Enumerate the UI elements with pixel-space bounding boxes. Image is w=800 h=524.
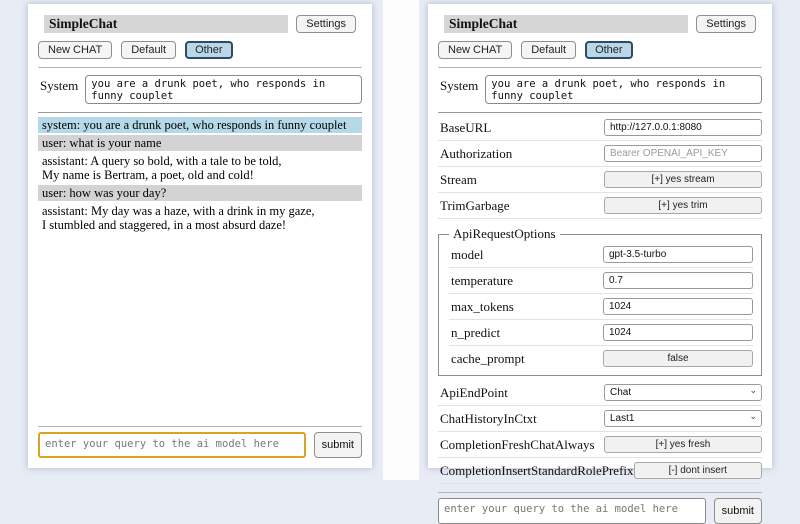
trimgarbage-toggle-button[interactable]: [+] yes trim bbox=[604, 197, 762, 214]
model-input[interactable] bbox=[603, 246, 753, 263]
system-prompt-input[interactable]: you are a drunk poet, who responds in fu… bbox=[485, 75, 762, 104]
model-label: model bbox=[451, 247, 603, 263]
chevron-down-icon: ⌄ bbox=[749, 411, 757, 422]
setting-row-model: model bbox=[449, 242, 753, 268]
divider bbox=[38, 67, 362, 68]
setting-row-authorization: Authorization bbox=[438, 141, 762, 167]
divider bbox=[438, 492, 762, 493]
submit-button[interactable]: submit bbox=[714, 498, 762, 524]
baseurl-label: BaseURL bbox=[440, 120, 604, 136]
setting-row-n-predict: n_predict bbox=[449, 320, 753, 346]
api-endpoint-select[interactable]: Chat ⌄ bbox=[604, 384, 762, 401]
setting-row-baseurl: BaseURL bbox=[438, 115, 762, 141]
titlebar: SimpleChat Settings bbox=[44, 15, 356, 33]
chat-view-panel: SimpleChat Settings New CHAT Default Oth… bbox=[28, 4, 372, 468]
settings-button[interactable]: Settings bbox=[696, 15, 756, 33]
divider bbox=[438, 67, 762, 68]
system-prompt-input[interactable]: you are a drunk poet, who responds in fu… bbox=[85, 75, 362, 104]
stream-label: Stream bbox=[440, 172, 604, 188]
settings-view-panel: SimpleChat Settings New CHAT Default Oth… bbox=[428, 4, 772, 468]
tab-other[interactable]: Other bbox=[185, 41, 233, 59]
new-chat-button[interactable]: New CHAT bbox=[438, 41, 512, 59]
setting-row-completion-fresh-chat-always: CompletionFreshChatAlways [+] yes fresh bbox=[438, 432, 762, 458]
chevron-down-icon: ⌄ bbox=[749, 385, 757, 396]
submit-button[interactable]: submit bbox=[314, 432, 362, 458]
settings-button[interactable]: Settings bbox=[296, 15, 356, 33]
chat-message-assistant: assistant: A query so bold, with a tale … bbox=[38, 153, 362, 183]
completion-fresh-chat-always-label: CompletionFreshChatAlways bbox=[440, 437, 604, 453]
system-prompt-label: System bbox=[440, 75, 478, 94]
n-predict-label: n_predict bbox=[451, 325, 603, 341]
setting-row-chat-history-in-ctxt: ChatHistoryInCtxt Last1 ⌄ bbox=[438, 406, 762, 432]
chat-history-selected-value: Last1 bbox=[610, 413, 634, 424]
completion-insert-standard-role-prefix-label: CompletionInsertStandardRolePrefix bbox=[440, 463, 634, 479]
chat-log: system: you are a drunk poet, who respon… bbox=[38, 117, 362, 235]
baseurl-input[interactable] bbox=[604, 119, 762, 136]
n-predict-input[interactable] bbox=[603, 324, 753, 341]
chat-message-assistant: assistant: My day was a haze, with a dri… bbox=[38, 203, 362, 233]
max-tokens-label: max_tokens bbox=[451, 299, 603, 315]
completion-insert-toggle-button[interactable]: [-] dont insert bbox=[634, 462, 762, 479]
setting-row-completion-insert-standard-role-prefix: CompletionInsertStandardRolePrefix [-] d… bbox=[438, 458, 762, 484]
system-prompt-label: System bbox=[40, 75, 78, 94]
screenshot-stage: SimpleChat Settings New CHAT Default Oth… bbox=[0, 0, 800, 480]
new-chat-button[interactable]: New CHAT bbox=[38, 41, 112, 59]
api-endpoint-label: ApiEndPoint bbox=[440, 385, 604, 401]
temperature-input[interactable] bbox=[603, 272, 753, 289]
settings-form: BaseURL Authorization Stream [+] yes str… bbox=[438, 115, 762, 484]
titlebar: SimpleChat Settings bbox=[444, 15, 756, 33]
api-request-options-legend: ApiRequestOptions bbox=[449, 226, 560, 242]
setting-row-temperature: temperature bbox=[449, 268, 753, 294]
system-prompt-row: System you are a drunk poet, who respond… bbox=[40, 75, 362, 104]
completion-fresh-toggle-button[interactable]: [+] yes fresh bbox=[604, 436, 762, 453]
setting-row-max-tokens: max_tokens bbox=[449, 294, 753, 320]
divider bbox=[38, 426, 362, 427]
cache-prompt-label: cache_prompt bbox=[451, 351, 603, 367]
query-row: submit bbox=[38, 432, 362, 458]
stream-toggle-button[interactable]: [+] yes stream bbox=[604, 171, 762, 188]
setting-row-trimgarbage: TrimGarbage [+] yes trim bbox=[438, 193, 762, 219]
api-request-options-fieldset: ApiRequestOptions model temperature max_… bbox=[438, 226, 762, 376]
app-title: SimpleChat bbox=[44, 15, 288, 33]
system-prompt-row: System you are a drunk poet, who respond… bbox=[440, 75, 762, 104]
setting-row-api-endpoint: ApiEndPoint Chat ⌄ bbox=[438, 380, 762, 406]
empty-space bbox=[38, 235, 362, 418]
session-tabs: New CHAT Default Other bbox=[438, 41, 762, 59]
chat-message-system: system: you are a drunk poet, who respon… bbox=[38, 117, 362, 133]
query-row: submit bbox=[438, 498, 762, 524]
chat-message-user: user: how was your day? bbox=[38, 185, 362, 201]
session-tabs: New CHAT Default Other bbox=[38, 41, 362, 59]
chat-history-in-ctxt-label: ChatHistoryInCtxt bbox=[440, 411, 604, 427]
divider bbox=[38, 112, 362, 113]
authorization-input[interactable] bbox=[604, 145, 762, 162]
tab-other[interactable]: Other bbox=[585, 41, 633, 59]
panel-gap bbox=[383, 0, 419, 480]
authorization-label: Authorization bbox=[440, 146, 604, 162]
trimgarbage-label: TrimGarbage bbox=[440, 198, 604, 214]
setting-row-stream: Stream [+] yes stream bbox=[438, 167, 762, 193]
temperature-label: temperature bbox=[451, 273, 603, 289]
app-title: SimpleChat bbox=[444, 15, 688, 33]
api-endpoint-selected-value: Chat bbox=[610, 387, 631, 398]
cache-prompt-toggle-button[interactable]: false bbox=[603, 350, 753, 367]
chat-history-in-ctxt-select[interactable]: Last1 ⌄ bbox=[604, 410, 762, 427]
tab-default[interactable]: Default bbox=[121, 41, 176, 59]
tab-default[interactable]: Default bbox=[521, 41, 576, 59]
chat-message-user: user: what is your name bbox=[38, 135, 362, 151]
divider bbox=[438, 112, 762, 113]
user-query-input[interactable] bbox=[438, 498, 706, 524]
max-tokens-input[interactable] bbox=[603, 298, 753, 315]
setting-row-cache-prompt: cache_prompt false bbox=[449, 346, 753, 371]
user-query-input[interactable] bbox=[38, 432, 306, 458]
